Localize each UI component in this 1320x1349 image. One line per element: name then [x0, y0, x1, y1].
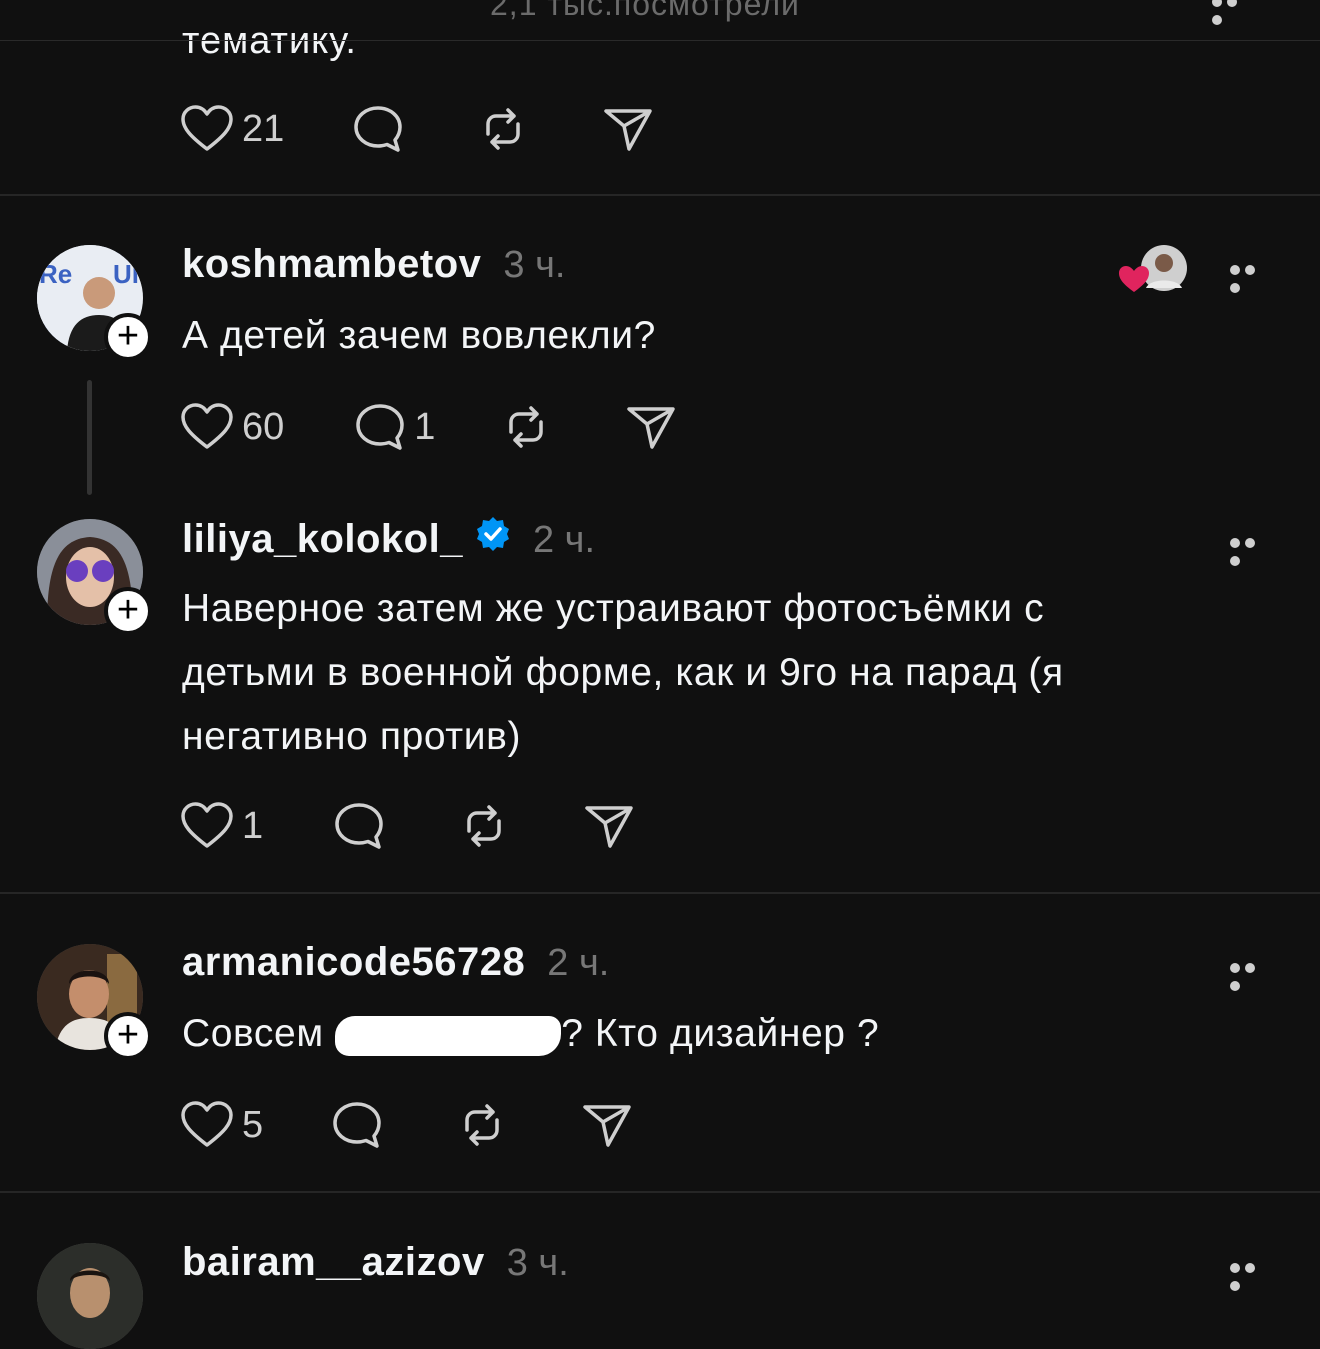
post-text-line: негативно против): [182, 715, 522, 758]
repost-button[interactable]: [501, 402, 551, 452]
heart-outline-icon: [181, 403, 233, 449]
post-time: 3 ч.: [503, 244, 566, 286]
post-text: Наверное затем же устраивают фотосъёмки …: [182, 577, 1064, 769]
post-header: liliya_kolokol_ 2 ч.: [182, 516, 595, 562]
post-actions: 5: [180, 1100, 633, 1150]
send-plane-icon: [627, 407, 676, 449]
post-header: koshmambetov 3 ч.: [182, 242, 565, 287]
follow-button[interactable]: +: [104, 313, 152, 361]
more-options-icon[interactable]: [1212, 0, 1254, 25]
post-text-end: ? Кто дизайнер ?: [561, 1012, 880, 1055]
comment-bubble-icon: [356, 404, 405, 450]
post-time: 2 ч.: [547, 942, 610, 984]
repost-button[interactable]: [478, 104, 528, 154]
reply-button[interactable]: [352, 104, 404, 154]
username[interactable]: armanicode56728: [182, 940, 525, 985]
heart-outline-icon: [181, 1101, 233, 1147]
like-count: 5: [242, 1103, 264, 1146]
repost-icon: [467, 805, 501, 847]
views-count: 2,1 тыс.посмотрели: [490, 0, 800, 22]
post-time: 3 ч.: [506, 1242, 569, 1284]
reply-button[interactable]: [333, 801, 385, 851]
svg-text:Ul: Ul: [113, 259, 139, 289]
post-divider: [0, 194, 1320, 196]
share-button[interactable]: [583, 802, 635, 850]
post-divider: [0, 1191, 1320, 1193]
user-photo: [37, 1243, 143, 1349]
like-count: 60: [242, 405, 285, 448]
like-button[interactable]: 21: [180, 105, 284, 153]
like-count: 21: [242, 107, 285, 150]
post-text: А детей зачем вовлекли?: [182, 314, 656, 357]
svg-text:Re: Re: [39, 259, 72, 289]
username[interactable]: bairam__azizov: [182, 1240, 485, 1285]
share-button[interactable]: [581, 1101, 633, 1149]
previous-post-text: тематику.: [182, 20, 357, 62]
username[interactable]: koshmambetov: [182, 242, 481, 287]
avatar[interactable]: [37, 1243, 143, 1349]
post-header: bairam__azizov 3 ч.: [182, 1240, 569, 1285]
follow-button[interactable]: +: [104, 1012, 152, 1060]
like-count: 1: [242, 804, 264, 847]
like-button[interactable]: 1: [180, 802, 263, 850]
send-plane-icon: [585, 806, 633, 848]
more-options-icon[interactable]: [1230, 262, 1272, 293]
follow-button[interactable]: +: [104, 587, 152, 635]
repost-icon: [465, 1104, 499, 1146]
comment-bubble-icon: [354, 106, 403, 152]
post-text-start: Совсем: [182, 1012, 336, 1055]
post-header: armanicode56728 2 ч.: [182, 940, 609, 985]
post-text-line: детьми в военной форме, как и 9го на пар…: [182, 651, 1064, 694]
thread-line: [87, 380, 92, 495]
heart-outline-icon: [181, 105, 233, 151]
liked-by-avatar[interactable]: [1118, 244, 1190, 294]
post-actions: 60 1: [180, 402, 677, 452]
header-divider: [0, 40, 1320, 41]
like-button[interactable]: 5: [180, 1101, 263, 1149]
verified-badge-icon: [476, 517, 509, 551]
comment-bubble-icon: [335, 803, 383, 849]
post-text: Совсем ? Кто дизайнер ?: [182, 1002, 879, 1066]
send-plane-icon: [583, 1105, 631, 1147]
post-actions: 1: [180, 801, 635, 851]
post-actions: 21: [180, 104, 654, 154]
comment-bubble-icon: [333, 1102, 381, 1148]
more-options-icon[interactable]: [1230, 960, 1272, 991]
heart-outline-icon: [181, 802, 233, 848]
share-button[interactable]: [602, 105, 654, 153]
post-divider: [0, 892, 1320, 894]
repost-button[interactable]: [457, 1100, 507, 1150]
send-plane-icon: [604, 109, 653, 151]
reply-button[interactable]: 1: [354, 402, 435, 452]
reply-count: 1: [414, 405, 436, 448]
post-text-line: Наверное затем же устраивают фотосъёмки …: [182, 587, 1045, 630]
liked-by-icon: [1119, 245, 1187, 292]
username[interactable]: liliya_kolokol_: [182, 517, 463, 562]
post-time: 2 ч.: [532, 519, 596, 561]
censored-scribble: [335, 1015, 562, 1056]
repost-icon: [486, 108, 521, 150]
repost-button[interactable]: [459, 801, 509, 851]
like-button[interactable]: 60: [180, 403, 284, 451]
more-options-icon[interactable]: [1230, 535, 1272, 566]
reply-button[interactable]: [331, 1100, 383, 1150]
more-options-icon[interactable]: [1230, 1260, 1272, 1291]
share-button[interactable]: [625, 403, 677, 451]
repost-icon: [509, 406, 544, 448]
